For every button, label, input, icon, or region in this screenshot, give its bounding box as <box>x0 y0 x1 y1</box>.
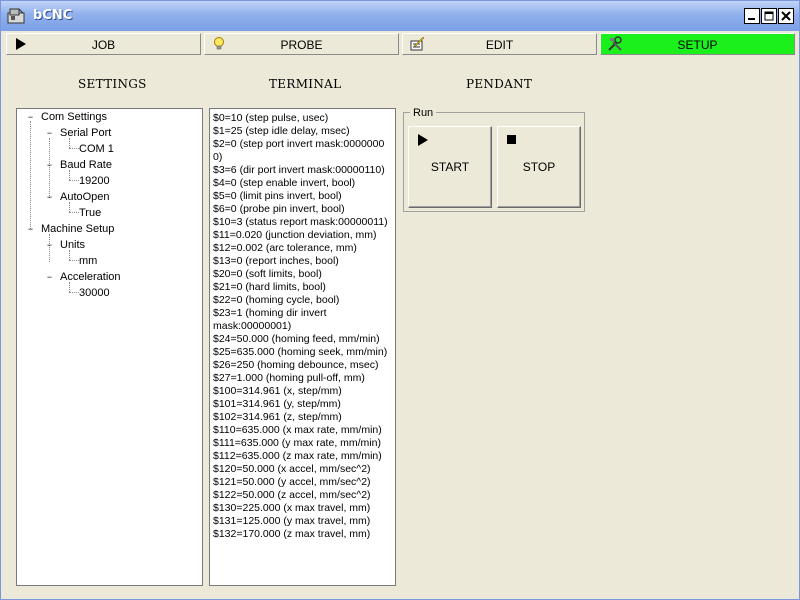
terminal-line: $120=50.000 (x accel, mm/sec^2) <box>213 463 371 475</box>
terminal-output[interactable]: $0=10 (step pulse, usec) $1=25 (step idle… <box>209 108 396 586</box>
terminal-line: $11=0.020 (junction deviation, mm) <box>213 229 377 241</box>
terminal-line: $5=0 (limit pins invert, bool) <box>213 190 342 202</box>
stop-button[interactable]: STOP <box>497 126 581 208</box>
tree-value-acceleration[interactable]: 30000 <box>79 287 110 299</box>
stop-button-label: STOP <box>522 160 556 174</box>
terminal-line: $22=0 (homing cycle, bool) <box>213 294 340 306</box>
terminal-line: $3=6 (dir port invert mask:00000110) <box>213 164 385 176</box>
app-icon <box>7 8 25 24</box>
minimize-button[interactable] <box>744 8 760 24</box>
tree-connector <box>69 282 70 292</box>
minimize-icon <box>748 18 755 20</box>
terminal-line: $25=635.000 (homing seek, mm/min) <box>213 346 388 358</box>
close-button[interactable] <box>778 8 794 24</box>
terminal-line: $110=635.000 (x max rate, mm/min) <box>213 424 382 436</box>
collapse-toggle-icon[interactable]: − <box>46 161 53 170</box>
play-icon <box>418 134 428 146</box>
terminal-line: $131=125.000 (y max travel, mm) <box>213 515 371 527</box>
terminal-line: $27=1.000 (homing pull-off, mm) <box>213 372 365 384</box>
collapse-toggle-icon[interactable]: − <box>46 129 53 138</box>
terminal-line: $101=314.961 (y, step/mm) <box>213 398 341 410</box>
collapse-toggle-icon[interactable]: − <box>46 241 53 250</box>
tree-item-serial-port[interactable]: Serial Port <box>60 127 111 139</box>
tree-value-autoopen[interactable]: True <box>79 207 101 219</box>
tab-probe-label: PROBE <box>280 38 323 52</box>
tree-connector <box>30 121 31 229</box>
tree-connector <box>69 138 70 148</box>
terminal-line: $100=314.961 (x, step/mm) <box>213 385 342 397</box>
tab-setup[interactable]: SETUP <box>600 33 795 55</box>
terminal-line: $2=0 (step port invert mask:00000000) <box>213 138 385 163</box>
tree-item-baud-rate[interactable]: Baud Rate <box>60 159 112 171</box>
window-title: bCNC <box>33 8 73 23</box>
tab-probe[interactable]: PROBE <box>204 33 399 55</box>
main-toolbar: JOB PROBE EDIT SETUP <box>1 31 799 57</box>
terminal-line: $20=0 (soft limits, bool) <box>213 268 322 280</box>
terminal-line: $10=3 (status report mask:00000011) <box>213 216 388 228</box>
terminal-line: mask:00000001) <box>213 320 292 332</box>
tree-value-serial-port[interactable]: COM 1 <box>79 143 114 155</box>
tree-connector <box>69 148 79 149</box>
terminal-line: $130=225.000 (x max travel, mm) <box>213 502 371 514</box>
terminal-line: $4=0 (step enable invert, bool) <box>213 177 356 189</box>
tree-value-baud-rate[interactable]: 19200 <box>79 175 110 187</box>
maximize-icon <box>764 11 774 21</box>
terminal-line: $112=635.000 (z max rate, mm/min) <box>213 450 382 462</box>
pendant-heading: PENDANT <box>466 77 533 91</box>
terminal-line: $13=0 (report inches, bool) <box>213 255 339 267</box>
tab-job[interactable]: JOB <box>6 33 201 55</box>
terminal-line: $111=635.000 (y max rate, mm/min) <box>213 437 381 449</box>
terminal-line: $102=314.961 (z, step/mm) <box>213 411 342 423</box>
tree-value-units[interactable]: mm <box>79 255 97 267</box>
terminal-line: $24=50.000 (homing feed, mm/min) <box>213 333 380 345</box>
terminal-line: $23=1 (homing dir invert <box>213 307 327 319</box>
start-button[interactable]: START <box>408 126 492 208</box>
collapse-toggle-icon[interactable]: − <box>27 225 34 234</box>
collapse-toggle-icon[interactable]: − <box>27 113 34 122</box>
terminal-line: $132=170.000 (z max travel, mm) <box>213 528 371 540</box>
terminal-line: $12=0.002 (arc tolerance, mm) <box>213 242 357 254</box>
settings-heading: SETTINGS <box>78 77 147 91</box>
tree-item-com-settings[interactable]: Com Settings <box>41 111 107 123</box>
tree-connector <box>69 260 79 261</box>
collapse-toggle-icon[interactable]: − <box>46 273 53 282</box>
app-window: bCNC JOB PROBE EDIT SETUP SETTINGS TERMI… <box>0 0 800 600</box>
tree-item-units[interactable]: Units <box>60 239 85 251</box>
settings-tree[interactable]: − Com Settings − Serial Port COM 1 − Bau… <box>16 108 203 586</box>
collapse-toggle-icon[interactable]: − <box>46 193 53 202</box>
stop-icon <box>507 135 516 144</box>
tab-job-label: JOB <box>91 38 116 52</box>
tab-setup-label: SETUP <box>677 38 718 52</box>
tree-connector <box>69 170 70 180</box>
terminal-line: $6=0 (probe pin invert, bool) <box>213 203 345 215</box>
terminal-line: $0=10 (step pulse, usec) <box>213 112 329 124</box>
tree-connector <box>69 250 70 260</box>
terminal-lines: $0=10 (step pulse, usec) $1=25 (step idle… <box>213 112 393 541</box>
terminal-line: $1=25 (step idle delay, msec) <box>213 125 350 137</box>
tree-connector <box>69 202 70 212</box>
run-group-label: Run <box>410 107 437 119</box>
tree-connector <box>69 180 79 181</box>
terminal-line: $21=0 (hard limits, bool) <box>213 281 326 293</box>
start-button-label: START <box>430 160 470 174</box>
tree-item-autoopen[interactable]: AutoOpen <box>60 191 110 203</box>
tree-connector <box>69 212 79 213</box>
tree-item-machine-setup[interactable]: Machine Setup <box>41 223 114 235</box>
terminal-line: $121=50.000 (y accel, mm/sec^2) <box>213 476 371 488</box>
terminal-line: $26=250 (homing debounce, msec) <box>213 359 379 371</box>
title-bar[interactable]: bCNC <box>1 1 799 31</box>
terminal-line: $122=50.000 (z accel, mm/sec^2) <box>213 489 371 501</box>
tree-connector <box>69 292 79 293</box>
tab-edit[interactable]: EDIT <box>402 33 597 55</box>
close-icon <box>781 11 791 21</box>
maximize-button[interactable] <box>761 8 777 24</box>
tab-edit-label: EDIT <box>485 38 514 52</box>
tree-item-acceleration[interactable]: Acceleration <box>60 271 121 283</box>
terminal-heading: TERMINAL <box>269 77 342 91</box>
